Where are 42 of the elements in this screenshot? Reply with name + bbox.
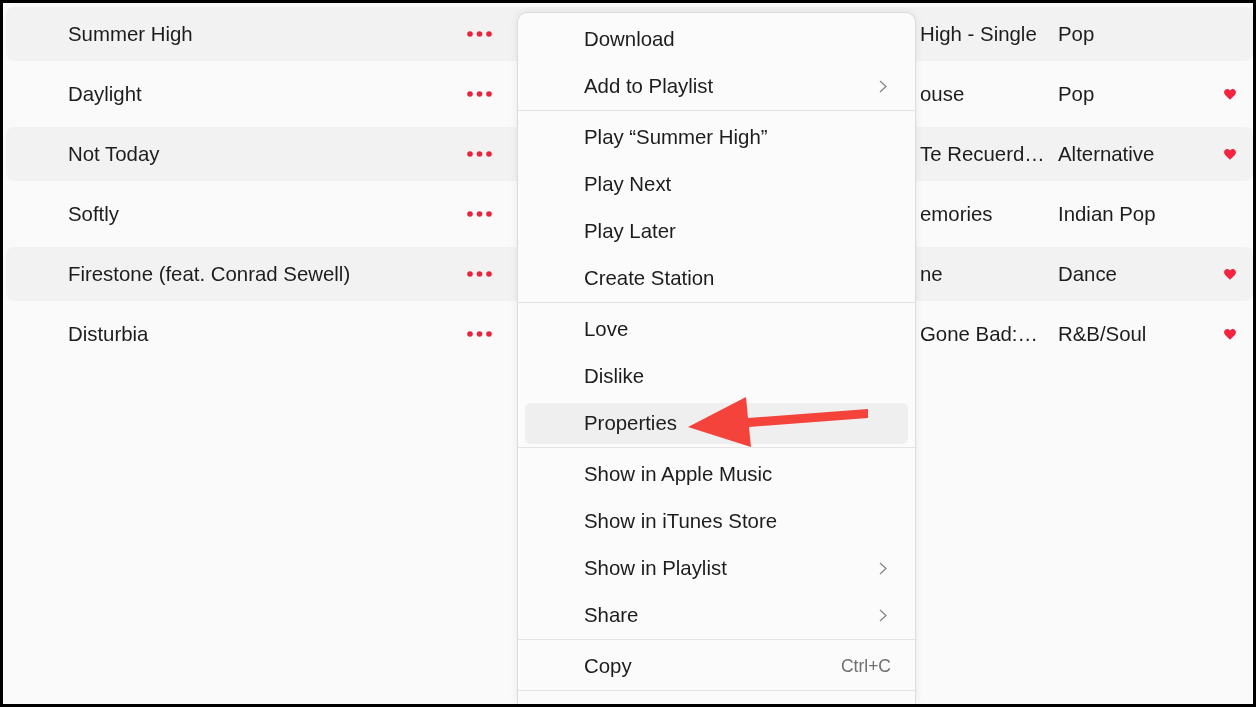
heart-icon[interactable]	[1224, 328, 1236, 340]
ellipsis-icon[interactable]	[467, 211, 492, 217]
genre-name: Dance	[1058, 262, 1118, 286]
ellipsis-icon[interactable]	[467, 331, 492, 337]
menu-item[interactable]: Play Later	[525, 211, 908, 252]
menu-item[interactable]: Create Station	[525, 258, 908, 299]
shortcut-label: Ctrl+C	[840, 656, 891, 677]
ellipsis-icon[interactable]	[467, 271, 492, 277]
album-name: emories	[920, 202, 994, 226]
ellipsis-icon[interactable]	[467, 31, 492, 37]
song-title: Disturbia	[68, 322, 150, 346]
song-title: Firestone (feat. Conrad Sewell)	[68, 262, 352, 286]
heart-icon[interactable]	[1224, 268, 1236, 280]
menu-item[interactable]: Show in Apple Music	[525, 454, 908, 495]
album-name: Te Recuerd…	[920, 142, 1046, 166]
genre-name: Indian Pop	[1058, 202, 1157, 226]
menu-item[interactable]: Dislike	[525, 356, 908, 397]
song-title: Daylight	[68, 82, 143, 106]
menu-item[interactable]: Play Next	[525, 164, 908, 205]
album-name: High - Single	[920, 22, 1038, 46]
ellipsis-icon[interactable]	[467, 91, 492, 97]
ellipsis-icon[interactable]	[467, 151, 492, 157]
genre-name: Pop	[1058, 22, 1096, 46]
menu-item[interactable]: Copy Ctrl+C	[525, 646, 908, 687]
genre-name: R&B/Soul	[1058, 322, 1148, 346]
menu-item[interactable]: Add to Playlist	[525, 66, 908, 107]
song-title: Softly	[68, 202, 120, 226]
menu-item[interactable]: Show in Playlist	[525, 548, 908, 589]
menu-item[interactable]: Show in iTunes Store	[525, 501, 908, 542]
album-name: ne	[920, 262, 944, 286]
menu-item[interactable]: Love	[525, 309, 908, 350]
menu-item[interactable]: Play “Summer High”	[525, 117, 908, 158]
menu-item[interactable]: Download	[525, 19, 908, 60]
song-title: Not Today	[68, 142, 161, 166]
heart-icon[interactable]	[1224, 148, 1236, 160]
song-title: Summer High	[68, 22, 194, 46]
heart-icon[interactable]	[1224, 88, 1236, 100]
genre-name: Alternative	[1058, 142, 1156, 166]
album-name: Gone Bad:…	[920, 322, 1039, 346]
genre-name: Pop	[1058, 82, 1096, 106]
album-name: ouse	[920, 82, 966, 106]
menu-item[interactable]: Share	[525, 595, 908, 636]
